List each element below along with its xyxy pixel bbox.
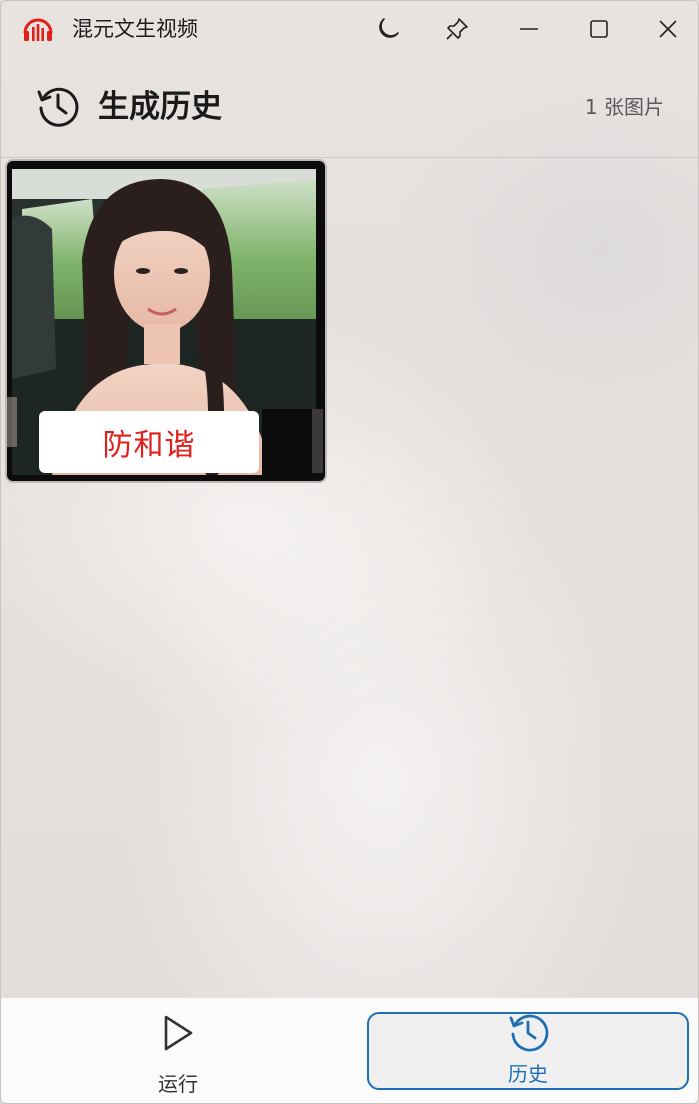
gallery-item[interactable]: 防和谐 <box>5 159 327 483</box>
theme-toggle-button[interactable] <box>370 13 406 45</box>
minimize-icon <box>520 28 538 30</box>
app-logo-icon <box>23 18 53 41</box>
page-header: 生成历史 1 张图片 <box>1 65 698 158</box>
overlay-label: 防和谐 <box>39 411 259 473</box>
nav-run-button[interactable]: 运行 <box>101 1008 255 1096</box>
title-bar[interactable]: 混元文生视频 <box>1 1 698 57</box>
maximize-icon <box>590 20 608 38</box>
nav-history-button[interactable]: 历史 <box>367 1012 689 1090</box>
pixelation-block <box>312 409 323 473</box>
close-button[interactable] <box>650 13 686 45</box>
app-title: 混元文生视频 <box>72 17 198 41</box>
history-icon <box>509 1014 549 1052</box>
page-title: 生成历史 <box>98 89 222 125</box>
app-window: 混元文生视频 生成历史 1 张图片 防和谐 运行 历史 <box>0 0 699 1104</box>
pin-icon <box>446 18 468 40</box>
minimize-button[interactable] <box>511 13 547 45</box>
nav-history-label: 历史 <box>508 1062 548 1086</box>
pixelation-block <box>7 397 17 447</box>
moon-icon <box>379 18 399 38</box>
play-icon <box>164 1015 193 1051</box>
close-icon <box>659 20 677 38</box>
image-count: 1 张图片 <box>584 95 664 119</box>
maximize-button[interactable] <box>581 13 617 45</box>
nav-run-label: 运行 <box>158 1072 198 1096</box>
pin-button[interactable] <box>439 13 475 45</box>
history-icon <box>37 87 79 127</box>
bottom-nav: 运行 历史 <box>1 998 698 1103</box>
